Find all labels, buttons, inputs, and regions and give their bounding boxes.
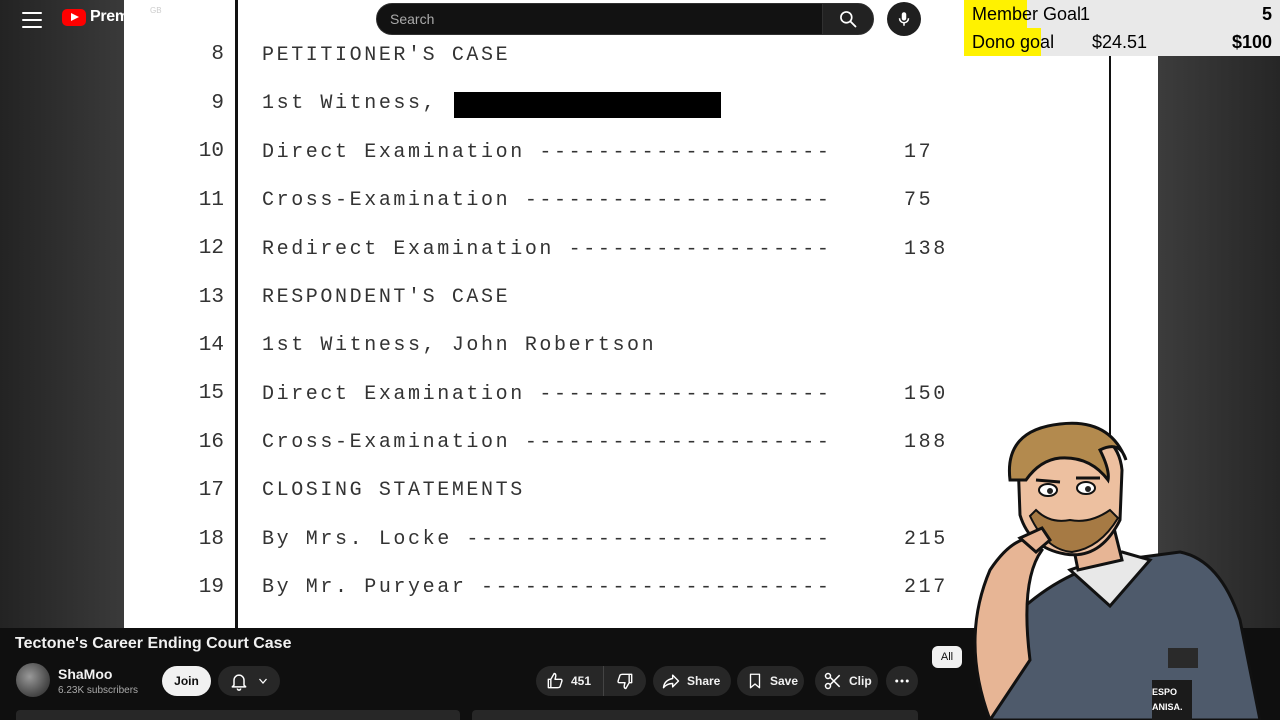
line-page-ref: 215 — [904, 528, 948, 551]
line-page-ref: 188 — [904, 431, 948, 454]
more-actions-button[interactable] — [886, 666, 918, 696]
line-number: 9 — [211, 92, 224, 115]
line-number: 10 — [198, 140, 224, 163]
search-box — [376, 3, 823, 35]
line-text: Direct Examination -------------------- — [262, 141, 832, 164]
line-number: 13 — [198, 286, 224, 309]
dono-goal-target: $100 — [1231, 32, 1272, 52]
line-page-ref: 138 — [904, 238, 948, 261]
share-button[interactable]: Share — [653, 666, 731, 696]
save-button[interactable]: Save — [737, 666, 804, 696]
comments-section-edge — [16, 710, 460, 720]
share-icon — [662, 674, 680, 689]
line-text: Cross-Examination --------------------- — [262, 431, 832, 454]
channel-name[interactable]: ShaMoo — [58, 666, 112, 682]
dono-goal-current: $24.51 — [1092, 32, 1148, 52]
like-dislike-group: 451 — [536, 666, 646, 696]
region-code: GB — [150, 6, 162, 15]
more-horizontal-icon — [895, 679, 909, 683]
line-page-ref: 150 — [904, 383, 948, 406]
search-input[interactable] — [390, 11, 822, 27]
save-label: Save — [770, 674, 799, 688]
thumbs-up-icon — [547, 672, 563, 689]
chevron-down-icon — [259, 678, 267, 684]
like-count: 451 — [571, 674, 592, 688]
line-text: PETITIONER'S CASE — [262, 44, 511, 67]
search-icon — [840, 11, 857, 28]
like-button[interactable]: 451 — [536, 666, 604, 696]
menu-icon[interactable] — [20, 9, 44, 31]
voice-search-button[interactable] — [887, 2, 921, 36]
line-text: By Mr. Puryear ------------------------ — [262, 576, 832, 599]
line-number: 16 — [198, 431, 224, 454]
subscriber-count: 6.23K subscribers — [58, 685, 139, 696]
youtube-play-icon — [62, 8, 86, 26]
line-number: 15 — [198, 382, 224, 405]
recommended-thumbnail[interactable] — [1168, 648, 1198, 668]
line-number: 19 — [198, 576, 224, 599]
line-number: 14 — [198, 334, 224, 357]
line-text: Cross-Examination --------------------- — [262, 189, 832, 212]
line-page-ref: 75 — [904, 189, 934, 212]
video-background-left — [0, 0, 124, 628]
line-text: CLOSING STATEMENTS — [262, 479, 525, 502]
member-goal-target: 5 — [1261, 4, 1272, 24]
member-goal-row: Member Goal 1 5 — [964, 0, 1280, 28]
description-section-edge — [472, 710, 918, 720]
line-text: RESPONDENT'S CASE — [262, 286, 511, 309]
bell-icon — [231, 674, 247, 691]
recommended-video-thumbnail[interactable]: ESPO ANISA. — [1152, 680, 1192, 720]
margin-rule — [235, 0, 238, 628]
logo-text: Premium — [90, 8, 157, 25]
stream-goals-overlay: Member Goal 1 5 Dono goal $24.51 $100 — [964, 0, 1280, 56]
notification-button[interactable] — [218, 666, 280, 696]
bookmark-icon — [749, 673, 761, 689]
thumbs-down-icon — [617, 673, 633, 690]
line-page-ref: 17 — [904, 141, 934, 164]
join-button[interactable]: Join — [162, 666, 211, 696]
member-goal-label: Member Goal — [972, 4, 1082, 24]
line-text: Redirect Examination ------------------ — [262, 238, 832, 261]
microphone-icon — [898, 12, 910, 26]
dono-goal-row: Dono goal $24.51 $100 — [964, 28, 1280, 56]
redaction-bar — [454, 92, 721, 118]
dislike-button[interactable] — [604, 666, 646, 696]
line-number: 18 — [198, 528, 224, 551]
share-label: Share — [687, 674, 721, 688]
thumbnail-text: ESPO — [1152, 687, 1178, 697]
line-number: 11 — [198, 189, 224, 212]
member-goal-current: 1 — [1080, 4, 1091, 24]
clip-button[interactable]: Clip — [815, 666, 878, 696]
thumbnail-text: ANISA. — [1152, 702, 1183, 712]
dono-goal-label: Dono goal — [972, 32, 1055, 52]
line-text: By Mrs. Locke ------------------------- — [262, 528, 832, 551]
channel-avatar[interactable] — [16, 663, 50, 697]
vtuber-avatar-illustration — [973, 421, 1262, 720]
chip-all[interactable]: All — [932, 646, 962, 668]
clip-label: Clip — [849, 674, 872, 688]
video-title: Tectone's Career Ending Court Case — [15, 635, 292, 652]
line-text: Direct Examination -------------------- — [262, 383, 832, 406]
line-number: 8 — [211, 43, 224, 66]
scissors-icon — [824, 672, 841, 690]
line-page-ref: 217 — [904, 576, 948, 599]
line-text: 1st Witness, — [262, 92, 438, 115]
search-button[interactable] — [822, 3, 874, 35]
youtube-premium-logo[interactable]: Premium — [62, 8, 157, 26]
line-number: 12 — [198, 237, 224, 260]
line-text: 1st Witness, John Robertson — [262, 334, 657, 357]
line-number: 17 — [198, 479, 224, 502]
